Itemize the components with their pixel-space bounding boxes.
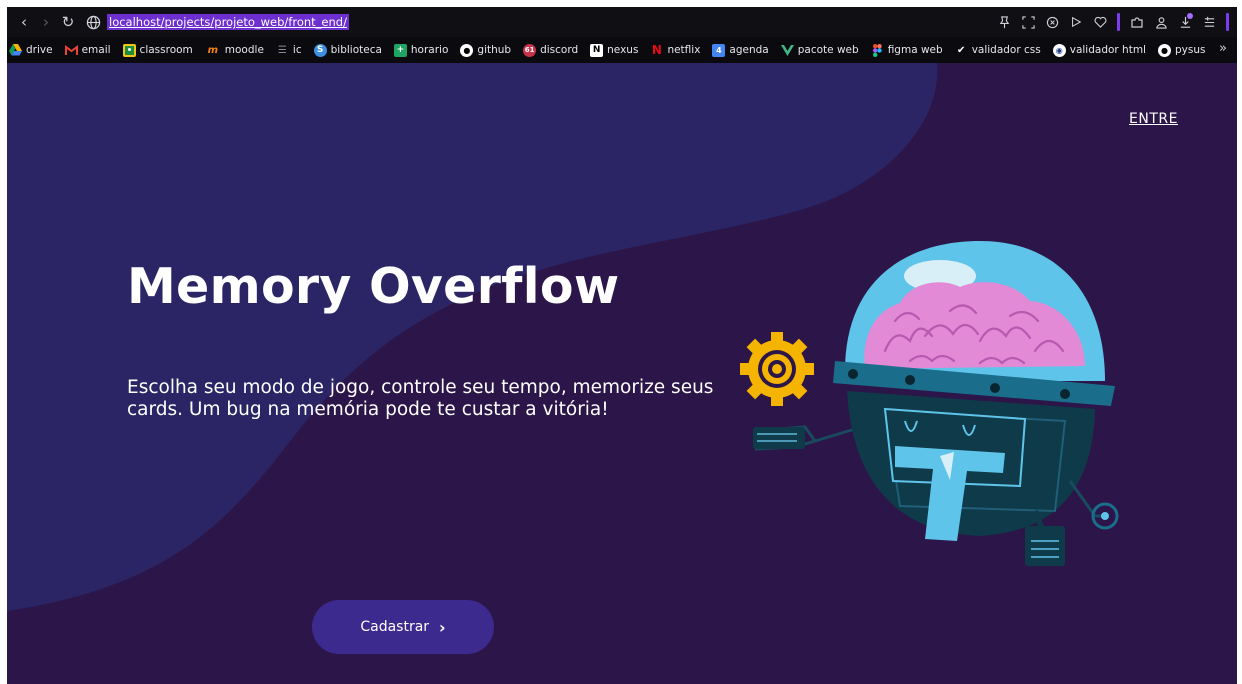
bookmark-label: pysus [1174, 44, 1206, 56]
toolbar-separator [1226, 13, 1229, 31]
bookmark-netflix[interactable]: N netflix [650, 43, 701, 57]
brain-robot-illustration [740, 241, 1119, 566]
github-icon: ● [460, 43, 474, 57]
bookmark-ic[interactable]: ☰ ic [276, 44, 302, 57]
bookmark-pacote-web[interactable]: pacote web [780, 44, 859, 57]
bookmark-label: validador css [971, 44, 1041, 56]
extensions-icon[interactable] [1128, 13, 1146, 31]
bookmark-email[interactable]: email [64, 44, 111, 57]
bookmark-label: drive [26, 44, 53, 56]
bookmark-validador-css[interactable]: ✔ validador css [955, 44, 1041, 57]
bookmark-label: validador html [1069, 44, 1146, 56]
more-bookmarks-icon[interactable]: » [1219, 41, 1227, 56]
cadastrar-button-label: Cadastrar [360, 619, 430, 635]
heart-icon[interactable] [1091, 13, 1109, 31]
screenshot-icon[interactable] [1019, 13, 1037, 31]
discord-icon: 61 [523, 43, 537, 57]
bookmarks-bar: drive email classroom m moodle ☰ ic S bi… [7, 37, 1237, 63]
address-bar[interactable]: localhost/projects/projeto_web/front_end… [107, 14, 349, 30]
bookmark-drive[interactable]: drive [9, 44, 53, 57]
html-validator-icon: ◉ [1052, 43, 1066, 57]
css-validator-icon: ✔ [956, 44, 966, 56]
bookmark-label: netflix [667, 44, 701, 56]
sheets-icon: + [393, 43, 407, 57]
shield-icon[interactable] [1043, 13, 1061, 31]
cadastrar-button[interactable]: Cadastrar › [312, 600, 494, 654]
bookmark-label: ic [292, 44, 302, 56]
notion-icon: N [590, 43, 604, 57]
browser-toolbar: ‹ › ↻ localhost/projects/projeto_web/fro… [7, 7, 1237, 37]
page-viewport: ENTRE Memory Overflow Escolha seu modo d… [7, 63, 1237, 684]
library-icon: S [313, 43, 327, 57]
reload-icon[interactable]: ↻ [57, 11, 79, 33]
bookmark-label: email [81, 44, 111, 56]
list-icon: ☰ [277, 44, 287, 56]
vue-icon [780, 44, 794, 57]
chevron-right-icon: › [439, 617, 446, 637]
classroom-icon [122, 43, 136, 57]
download-badge [1187, 13, 1193, 19]
bookmark-classroom[interactable]: classroom [122, 43, 193, 57]
page-title: Memory Overflow [127, 258, 620, 315]
gear-icon [740, 332, 814, 406]
netflix-icon: N [651, 43, 662, 57]
toolbar-actions [995, 7, 1231, 37]
bookmark-github[interactable]: ● github [460, 43, 512, 57]
back-icon[interactable]: ‹ [13, 11, 35, 33]
account-icon[interactable] [1152, 13, 1170, 31]
bookmark-label: agenda [729, 44, 769, 56]
bookmark-nexus[interactable]: N nexus [590, 43, 639, 57]
browser-window: ‹ › ↻ localhost/projects/projeto_web/fro… [7, 7, 1237, 684]
bookmark-label: figma web [887, 44, 943, 56]
page-description: Escolha seu modo de jogo, controle seu t… [127, 377, 714, 420]
bookmark-figma-web[interactable]: figma web [871, 43, 943, 57]
bookmark-label: moodle [224, 44, 264, 56]
gmail-icon [64, 44, 78, 57]
menu-icon[interactable] [1200, 13, 1218, 31]
bookmark-label: biblioteca [330, 44, 382, 56]
bookmark-pysus[interactable]: ● pysus [1157, 43, 1206, 57]
bookmark-horario[interactable]: + horario [393, 43, 449, 57]
figma-icon [871, 43, 884, 57]
bookmark-label: nexus [607, 44, 639, 56]
forward-icon[interactable]: › [35, 11, 57, 33]
bookmark-discord[interactable]: 61 discord [523, 43, 579, 57]
site-info-icon[interactable] [83, 12, 103, 32]
bookmark-label: horario [410, 44, 449, 56]
moodle-icon: m [207, 44, 218, 56]
bookmark-validador-html[interactable]: ◉ validador html [1052, 43, 1146, 57]
bookmark-label: classroom [139, 44, 193, 56]
entre-link[interactable]: ENTRE [1129, 111, 1178, 127]
bookmark-label: github [477, 44, 512, 56]
bookmark-biblioteca[interactable]: S biblioteca [313, 43, 382, 57]
pin-icon[interactable] [995, 13, 1013, 31]
toolbar-separator [1117, 13, 1120, 31]
bookmark-label: discord [540, 44, 579, 56]
github-icon: ● [1157, 43, 1171, 57]
calendar-icon: 4 [712, 43, 726, 57]
play-icon[interactable] [1067, 13, 1085, 31]
download-icon[interactable] [1176, 13, 1194, 31]
drive-icon [9, 44, 22, 57]
bookmark-moodle[interactable]: m moodle [205, 44, 264, 57]
bookmark-agenda[interactable]: 4 agenda [712, 43, 769, 57]
bookmark-label: pacote web [797, 44, 859, 56]
